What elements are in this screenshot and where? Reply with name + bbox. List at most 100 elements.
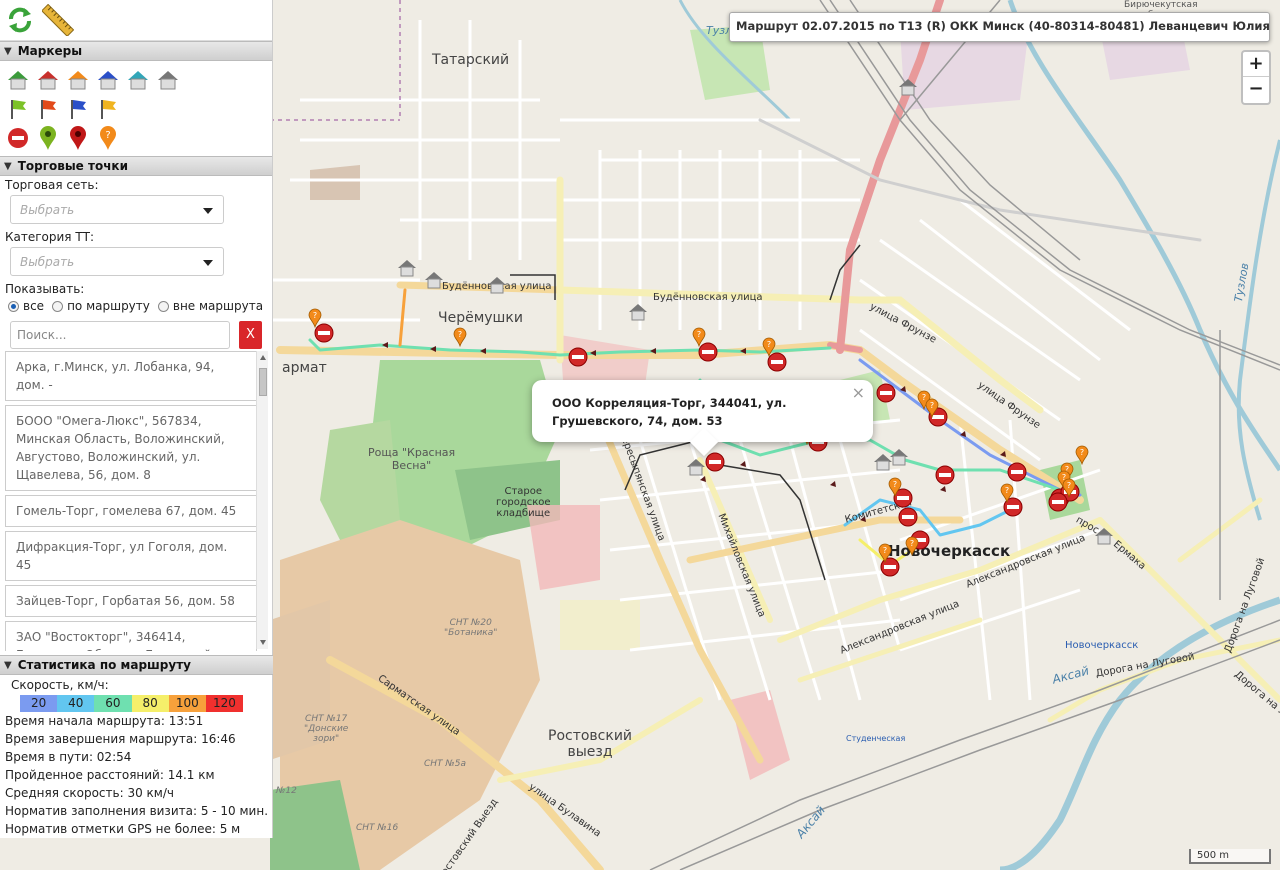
zoom-in-button[interactable]: + <box>1243 52 1269 77</box>
popup-text: ООО Корреляция-Торг, 344041, ул. Грушевс… <box>552 396 787 428</box>
trade-network-select[interactable]: Выбрать <box>10 195 224 224</box>
list-item[interactable]: БООО "Омега-Люкс", 567834, Минская Облас… <box>5 405 257 491</box>
svg-text:?: ? <box>1080 448 1084 457</box>
stat-line: Норматив отметки GPS не более: 5 м <box>5 822 241 836</box>
question-pin-marker-icon[interactable]: ? <box>888 477 902 500</box>
flag-blue-icon[interactable] <box>66 97 90 121</box>
house-marker-icon[interactable] <box>628 302 648 325</box>
radio-unchecked-icon <box>52 300 64 312</box>
stats-section-header[interactable]: ▼ Статистика по маршруту <box>0 655 273 675</box>
svg-text:?: ? <box>313 311 317 320</box>
flag-green-icon[interactable] <box>6 97 30 121</box>
question-pin-marker-icon[interactable]: ? <box>1000 483 1014 506</box>
list-item[interactable]: ЗАО "Востокторг", 346414, Брестская Обла… <box>5 621 257 651</box>
map-label-snt20: СНТ №20 "Ботаника" <box>444 618 498 638</box>
search-input[interactable]: Поиск... <box>10 321 230 349</box>
no-entry-marker-icon[interactable] <box>935 465 955 488</box>
speed-legend-label: Скорость, км/ч: <box>11 678 109 692</box>
svg-text:?: ? <box>458 330 462 339</box>
no-entry-icon[interactable] <box>6 126 30 150</box>
no-entry-marker-icon[interactable] <box>876 383 896 406</box>
pin-green-icon[interactable] <box>36 125 60 150</box>
flag-red-icon[interactable] <box>36 97 60 121</box>
question-pin-marker-icon[interactable]: ? <box>762 337 776 360</box>
map-label-cheryomushki: Черёмушки <box>438 310 523 326</box>
question-pin-marker-icon[interactable]: ? <box>905 536 919 559</box>
speed-legend-cell: 60 <box>94 695 132 712</box>
list-item[interactable]: Зайцев-Торг, Горбатая 56, дом. 58 <box>5 585 257 617</box>
ruler-icon[interactable] <box>42 4 74 36</box>
radio-checked-icon <box>8 300 19 312</box>
route-stats: Скорость, км/ч: 20 40 60 80 100 120 Время нач… <box>0 676 273 838</box>
markers-section-header[interactable]: ▼ Маркеры <box>0 41 272 61</box>
trade-network-label: Торговая сеть: <box>5 178 99 192</box>
show-offroute-radio[interactable]: вне маршрута <box>157 299 263 313</box>
svg-text:?: ? <box>697 330 701 339</box>
map-label-snt17: СНТ №17 "Донские зори" <box>304 714 349 744</box>
house-marker-icon[interactable] <box>686 457 706 480</box>
list-item[interactable]: Гомель-Торг, гомелева 67, дом. 45 <box>5 495 257 527</box>
speed-legend-bar: 20 40 60 80 100 120 <box>20 695 244 712</box>
map-label-station: Новочеркасск <box>1065 640 1139 651</box>
show-all-label: все <box>23 299 45 313</box>
search-row: Поиск... X <box>0 315 272 351</box>
question-pin-marker-icon[interactable]: ? <box>308 308 322 331</box>
show-filter-radios: все по маршруту вне маршрута <box>0 297 272 315</box>
house-teal-icon[interactable] <box>126 68 150 92</box>
trade-points-section-header[interactable]: ▼ Торговые точки <box>0 156 272 176</box>
map-label-snt16: СНТ №16 <box>356 823 399 833</box>
list-scrollbar[interactable] <box>256 351 268 649</box>
question-pin-marker-icon[interactable]: ? <box>1075 445 1089 468</box>
flag-yellow-icon[interactable] <box>96 97 120 121</box>
house-blue-icon[interactable] <box>96 68 120 92</box>
no-entry-marker-icon[interactable] <box>898 507 918 530</box>
house-green-icon[interactable] <box>6 68 30 92</box>
category-select[interactable]: Выбрать <box>10 247 224 276</box>
no-entry-marker-icon[interactable] <box>568 347 588 370</box>
question-pin-marker-icon[interactable]: ? <box>1062 478 1076 501</box>
marker-row-pins: ? <box>6 123 266 152</box>
trade-points-section-title: Торговые точки <box>17 159 128 173</box>
no-entry-marker-icon[interactable] <box>1007 462 1027 485</box>
list-item[interactable]: Арка, г.Минск, ул. Лобанка, 94, дом. - <box>5 351 257 401</box>
house-marker-icon[interactable] <box>424 270 444 293</box>
scroll-up-icon[interactable] <box>260 355 266 360</box>
speed-legend-cell: 100 <box>168 695 206 712</box>
svg-text:?: ? <box>910 539 914 548</box>
house-marker-icon[interactable] <box>487 275 507 298</box>
dropdown-arrow-icon <box>203 208 213 214</box>
svg-text:?: ? <box>105 130 110 141</box>
list-item[interactable]: Дифракция-Торг, ул Гоголя, дом. 45 <box>5 531 257 581</box>
show-route-radio[interactable]: по маршруту <box>52 299 150 313</box>
show-all-radio[interactable]: все <box>8 299 44 313</box>
house-red-icon[interactable] <box>36 68 60 92</box>
map-label-sarmat: армат <box>282 360 327 376</box>
question-pin-marker-icon[interactable]: ? <box>878 543 892 566</box>
question-pin-marker-icon[interactable]: ? <box>925 398 939 421</box>
house-marker-icon[interactable] <box>1094 526 1114 549</box>
svg-text:?: ? <box>893 480 897 489</box>
show-label: Показывать: <box>5 282 85 296</box>
marker-row-flags <box>6 94 266 123</box>
radio-unchecked-icon <box>157 300 169 312</box>
zoom-out-button[interactable]: − <box>1243 77 1269 102</box>
scroll-thumb[interactable] <box>259 368 267 396</box>
house-marker-icon[interactable] <box>889 447 909 470</box>
refresh-icon[interactable] <box>4 4 36 36</box>
house-grey-icon[interactable] <box>156 68 180 92</box>
scroll-down-icon[interactable] <box>260 640 266 645</box>
house-orange-icon[interactable] <box>66 68 90 92</box>
no-entry-marker-icon[interactable] <box>705 452 725 475</box>
house-marker-icon[interactable] <box>898 77 918 100</box>
svg-text:?: ? <box>883 546 887 555</box>
question-pin-marker-icon[interactable]: ? <box>692 327 706 350</box>
popup-close-button[interactable]: × <box>852 384 865 402</box>
house-marker-icon[interactable] <box>397 258 417 281</box>
map-label-rostovsky: Ростовский выезд <box>548 728 633 760</box>
pin-red-icon[interactable] <box>66 125 90 150</box>
question-pin-marker-icon[interactable]: ? <box>453 327 467 350</box>
clear-search-button[interactable]: X <box>239 321 262 349</box>
stat-line: Время в пути: 02:54 <box>5 750 132 764</box>
pin-question-icon[interactable]: ? <box>96 125 120 150</box>
stat-line: Пройденное расстояний: 14.1 км <box>5 768 215 782</box>
